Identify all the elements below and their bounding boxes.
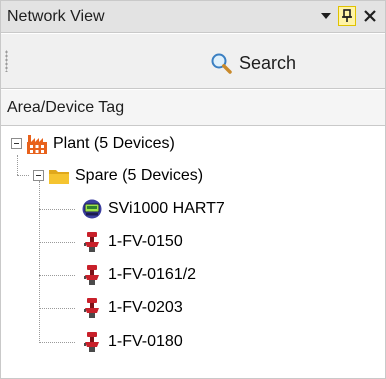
tree-node-label: 1-FV-0203 (108, 299, 183, 316)
valve-icon (84, 265, 99, 285)
tree-node-label: 1-FV-0180 (108, 333, 183, 350)
tree-node-device[interactable]: SVi1000 HART7 (81, 195, 225, 223)
tree-node-label: Spare (5 Devices) (75, 167, 204, 184)
plant-collapse-toggle[interactable] (11, 138, 22, 149)
network-view-panel: Network View Search Area/Device Tag Plan… (0, 0, 386, 379)
tree-connector (39, 342, 75, 343)
close-button[interactable] (359, 4, 381, 28)
pin-icon (342, 9, 352, 22)
positioner-icon (82, 199, 102, 219)
window-position-dropdown[interactable] (315, 4, 337, 28)
tree-node-spare[interactable]: Spare (5 Devices) (48, 162, 203, 190)
tree-connector (39, 308, 75, 309)
column-header-label: Area/Device Tag (7, 99, 125, 116)
tree-node-label: SVi1000 HART7 (108, 200, 225, 217)
tree-node-label: 1-FV-0150 (108, 233, 183, 250)
pin-button[interactable] (338, 6, 356, 26)
panel-title: Network View (7, 8, 105, 25)
panel-toolbar: Search (1, 34, 385, 89)
tree-connector (39, 242, 75, 243)
search-button[interactable]: Search (205, 50, 315, 76)
tree-node-device[interactable]: 1-FV-0161/2 (81, 261, 196, 289)
search-icon (211, 53, 232, 74)
tree-node-label: Plant (5 Devices) (53, 135, 175, 152)
folder-icon (49, 170, 69, 184)
tree-connector (17, 175, 29, 176)
toolbar-grip[interactable] (5, 50, 8, 72)
device-tree: Plant (5 Devices) Spare (5 Devices) SVi1… (1, 127, 385, 378)
factory-icon (27, 135, 47, 154)
search-label: Search (239, 52, 297, 73)
tree-node-device[interactable]: 1-FV-0180 (81, 328, 183, 356)
tree-connector (39, 181, 40, 343)
tree-node-label: 1-FV-0161/2 (108, 266, 197, 283)
tree-node-device[interactable]: 1-FV-0150 (81, 228, 183, 256)
tree-node-device[interactable]: 1-FV-0203 (81, 294, 183, 322)
tree-connector (39, 209, 75, 210)
tree-connector (17, 155, 18, 175)
chevron-down-icon (321, 13, 331, 19)
valve-icon (84, 232, 99, 252)
column-header[interactable]: Area/Device Tag (1, 90, 385, 126)
tree-connector (39, 275, 75, 276)
close-icon (364, 10, 376, 22)
valve-icon (84, 298, 99, 318)
valve-icon (84, 332, 99, 352)
tree-node-plant[interactable]: Plant (5 Devices) (26, 130, 175, 158)
panel-titlebar: Network View (1, 1, 385, 33)
spare-collapse-toggle[interactable] (33, 170, 44, 181)
